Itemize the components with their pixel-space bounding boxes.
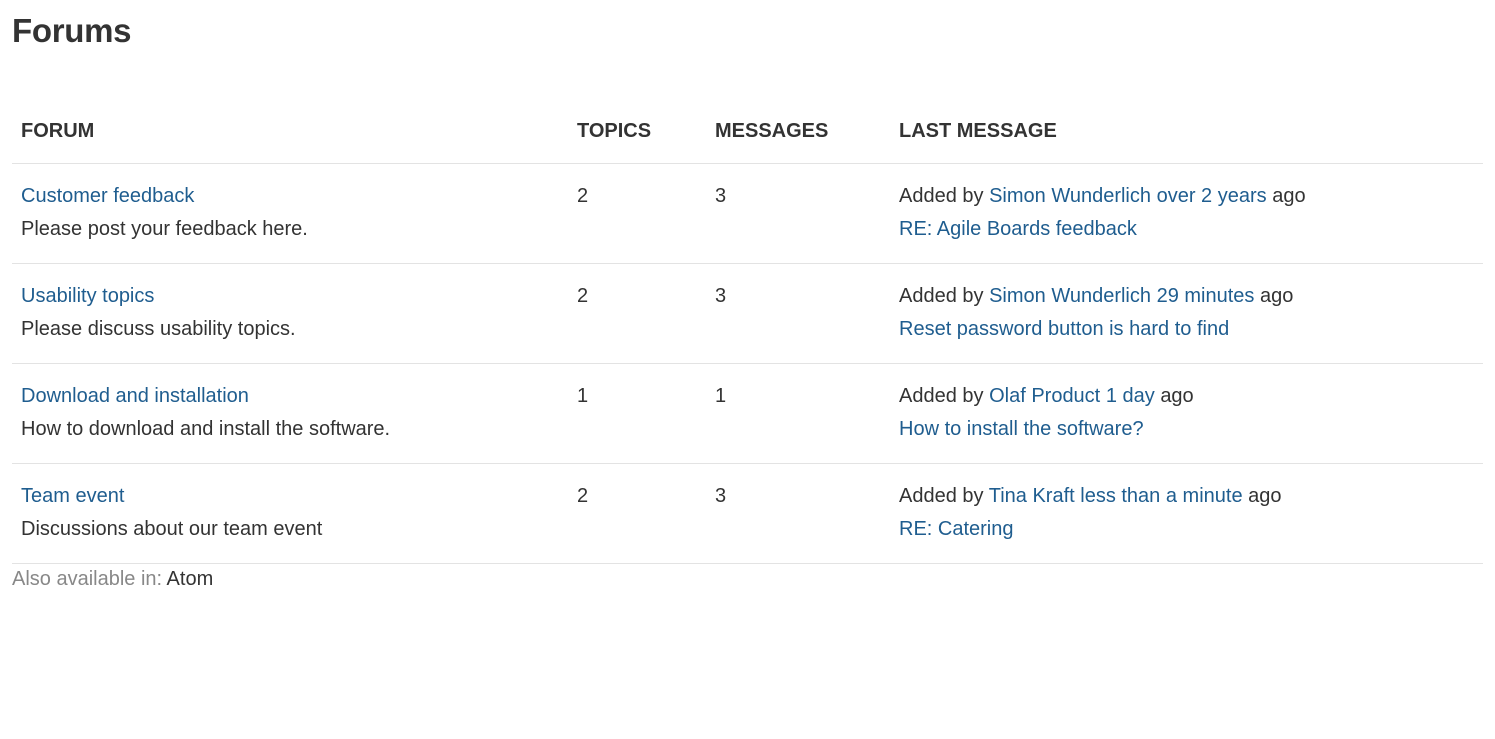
forum-description: Please discuss usability topics.	[21, 318, 296, 340]
topics-count: 2	[568, 263, 706, 364]
header-last-message: LAST MESSAGE	[890, 104, 1483, 164]
header-messages: MESSAGES	[706, 104, 890, 164]
header-topics: TOPICS	[568, 104, 706, 164]
table-row: Download and installation How to downloa…	[12, 363, 1483, 464]
messages-count: 1	[706, 363, 890, 464]
added-by-label: Added by	[899, 185, 984, 207]
atom-feed-link[interactable]: Atom	[167, 568, 214, 590]
time-link[interactable]: less than a minute	[1080, 485, 1242, 507]
forum-description: How to download and install the software…	[21, 418, 391, 440]
ago-label: ago	[1272, 185, 1306, 207]
last-message-link[interactable]: How to install the software?	[899, 418, 1144, 440]
author-link[interactable]: Simon Wunderlich	[989, 285, 1151, 307]
table-header-row: FORUM TOPICS MESSAGES LAST MESSAGE	[12, 104, 1483, 164]
last-message-cell: Added by Simon Wunderlich 29 minutes ago…	[890, 263, 1483, 364]
author-link[interactable]: Simon Wunderlich	[989, 185, 1151, 207]
table-row: Customer feedback Please post your feedb…	[12, 163, 1483, 264]
messages-count: 3	[706, 163, 890, 264]
last-message-cell: Added by Simon Wunderlich over 2 years a…	[890, 163, 1483, 264]
time-link[interactable]: 1 day	[1106, 385, 1155, 407]
topics-count: 1	[568, 363, 706, 464]
page-content: Forums FORUM TOPICS MESSAGES LAST MESSAG…	[0, 0, 1495, 591]
forum-link[interactable]: Customer feedback	[21, 185, 194, 207]
topics-count: 2	[568, 463, 706, 564]
time-link[interactable]: over 2 years	[1157, 185, 1267, 207]
forums-table: FORUM TOPICS MESSAGES LAST MESSAGE Custo…	[12, 104, 1483, 564]
messages-count: 3	[706, 263, 890, 364]
author-link[interactable]: Tina Kraft	[989, 485, 1075, 507]
last-message-cell: Added by Olaf Product 1 day ago How to i…	[890, 363, 1483, 464]
added-by-label: Added by	[899, 385, 984, 407]
forum-cell: Usability topics Please discuss usabilit…	[12, 263, 568, 364]
added-by-label: Added by	[899, 485, 984, 507]
ago-label: ago	[1248, 485, 1282, 507]
last-message-link[interactable]: RE: Catering	[899, 518, 1014, 540]
messages-count: 3	[706, 463, 890, 564]
last-message-cell: Added by Tina Kraft less than a minute a…	[890, 463, 1483, 564]
forum-cell: Download and installation How to downloa…	[12, 363, 568, 464]
table-row: Usability topics Please discuss usabilit…	[12, 263, 1483, 364]
page-title: Forums	[12, 12, 132, 49]
forum-link[interactable]: Download and installation	[21, 385, 249, 407]
forum-link[interactable]: Usability topics	[21, 285, 154, 307]
also-available-label: Also available in:	[12, 568, 163, 590]
last-message-link[interactable]: RE: Agile Boards feedback	[899, 218, 1137, 240]
ago-label: ago	[1259, 285, 1294, 307]
header-forum: FORUM	[12, 104, 568, 164]
topics-count: 2	[568, 163, 706, 264]
table-row: Team event Discussions about our team ev…	[12, 463, 1483, 564]
last-message-link[interactable]: Reset password button is hard to find	[899, 318, 1229, 340]
author-link[interactable]: Olaf Product	[989, 385, 1100, 407]
ago-label: ago	[1160, 385, 1194, 407]
added-by-label: Added by	[899, 285, 984, 307]
forum-cell: Team event Discussions about our team ev…	[12, 463, 568, 564]
forum-description: Discussions about our team event	[21, 518, 323, 540]
other-formats: Also available in: Atom	[12, 568, 1483, 591]
time-link[interactable]: 29 minutes	[1157, 285, 1255, 307]
forum-link[interactable]: Team event	[21, 485, 124, 507]
forum-cell: Customer feedback Please post your feedb…	[12, 163, 568, 264]
forum-description: Please post your feedback here.	[21, 218, 308, 240]
